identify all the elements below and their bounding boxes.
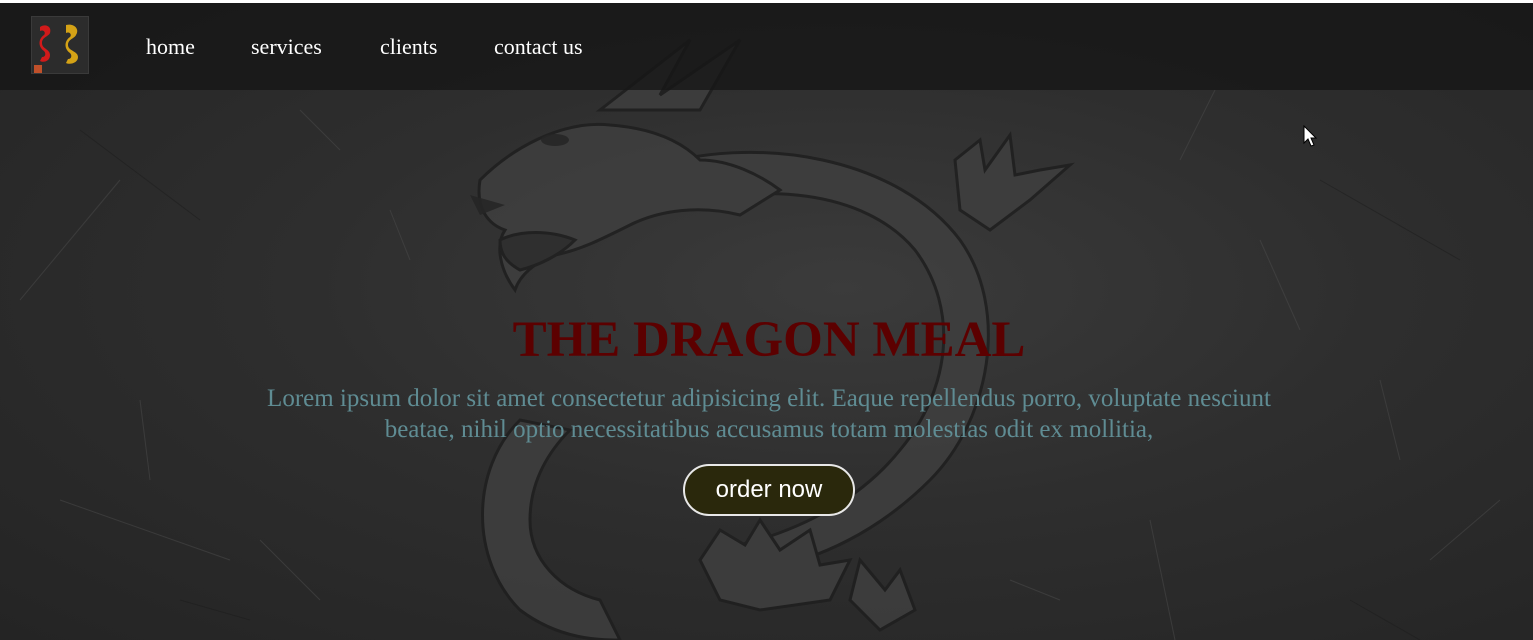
nav-clients-link[interactable]: clients <box>380 34 437 60</box>
nav-services-link[interactable]: services <box>251 34 322 60</box>
mouse-cursor-icon <box>1303 125 1318 147</box>
dragon-logo-icon[interactable] <box>31 16 89 74</box>
top-edge <box>0 0 1533 3</box>
top-navbar: home services clients contact us <box>0 3 1533 90</box>
landing-page: home services clients contact us THE DRA… <box>0 0 1533 640</box>
order-now-button[interactable]: order now <box>683 464 855 516</box>
nav-home-link[interactable]: home <box>146 34 195 60</box>
nav-contact-link[interactable]: contact us <box>494 34 583 60</box>
hero-description: Lorem ipsum dolor sit amet consectetur a… <box>267 385 1271 443</box>
dragon-logo-icon <box>34 24 78 73</box>
hero-title: THE DRAGON MEAL <box>512 312 1026 368</box>
